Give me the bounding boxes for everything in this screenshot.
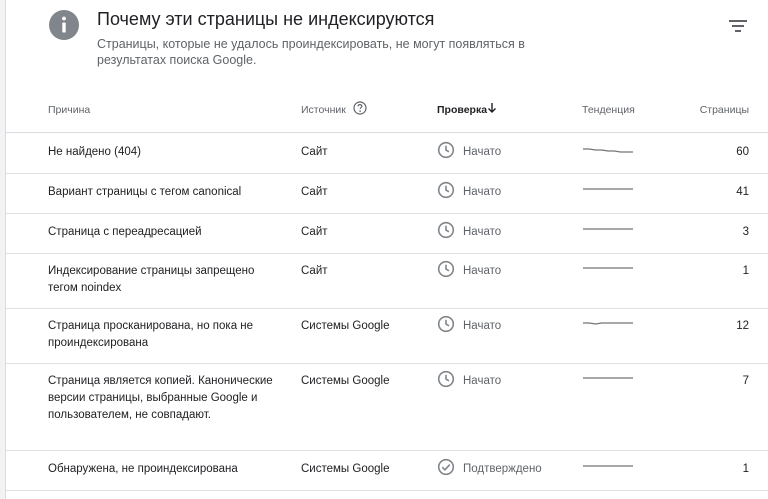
check-status-label: Начато — [463, 186, 502, 198]
reason-cell: Не найдено (404) — [48, 146, 141, 158]
pages-count-cell: 1 — [742, 265, 749, 277]
pages-count-cell: 3 — [742, 226, 749, 238]
source-cell: Сайт — [301, 265, 328, 277]
page-subtitle: Страницы, которые не удалось проиндексир… — [97, 37, 525, 67]
trend-sparkline — [583, 322, 633, 325]
check-status-label: Начато — [463, 226, 502, 238]
column-header-trend: Тенденция — [582, 104, 635, 116]
pages-count-cell: 60 — [736, 146, 749, 158]
reason-cell: Страница является копией. Канонические в… — [48, 375, 273, 421]
source-cell: Системы Google — [301, 320, 390, 332]
trend-cell — [582, 264, 634, 284]
trend-cell — [582, 145, 634, 165]
trend-cell — [582, 319, 634, 339]
table-row[interactable]: Страница является копией. Канонические в… — [6, 363, 768, 451]
column-header-source[interactable]: Источник — [301, 104, 346, 116]
trend-sparkline — [583, 267, 633, 269]
source-cell: Сайт — [301, 186, 328, 198]
pages-count-cell: 7 — [742, 375, 749, 387]
pages-count-cell: 12 — [736, 320, 749, 332]
table-row[interactable]: Страница просканирована, но пока не прои… — [6, 308, 768, 364]
trend-cell — [582, 185, 634, 205]
trend-cell — [582, 462, 634, 482]
pages-count-cell: 1 — [742, 463, 749, 475]
table-row[interactable]: Не найдено (404) Сайт Начато 60 — [6, 133, 768, 174]
reason-cell: Индексирование страницы запрещено тегом … — [48, 265, 255, 294]
page-title: Почему эти страницы не индексируются — [97, 9, 435, 29]
pages-count-cell: 41 — [736, 186, 749, 198]
trend-cell — [582, 225, 634, 245]
check-status-label: Начато — [463, 146, 502, 158]
check-circle-icon — [437, 458, 455, 476]
check-status-label: Начато — [463, 320, 502, 332]
trend-sparkline — [583, 228, 633, 230]
clock-icon — [437, 260, 455, 278]
info-icon — [49, 10, 79, 40]
sort-arrow-down-icon[interactable] — [486, 102, 498, 114]
table-row[interactable]: Вариант страницы с тегом canonical Сайт На… — [6, 173, 768, 214]
indexing-issues-card: Почему эти страницы не индексируются Стр… — [5, 0, 768, 499]
table-header: Причина Источник Проверка Тенденция Стра… — [6, 92, 768, 133]
clock-icon — [437, 181, 455, 199]
reason-cell: Обнаружена, не проиндексирована — [48, 463, 238, 475]
column-header-pages[interactable]: Страницы — [700, 104, 749, 116]
reason-cell: Страница с переадресацией — [48, 226, 202, 238]
check-status-label: Начато — [463, 375, 502, 387]
help-icon[interactable] — [353, 101, 367, 115]
source-cell: Сайт — [301, 226, 328, 238]
table-row[interactable]: Индексирование страницы запрещено тегом … — [6, 253, 768, 309]
trend-cell — [582, 374, 634, 394]
clock-icon — [437, 370, 455, 388]
check-status-label: Подтверждено — [463, 463, 542, 475]
column-header-reason[interactable]: Причина — [48, 104, 90, 116]
check-status-label: Начато — [463, 265, 502, 277]
trend-sparkline — [583, 188, 633, 190]
reason-cell: Страница просканирована, но пока не прои… — [48, 320, 254, 349]
trend-sparkline — [583, 465, 633, 467]
source-cell: Системы Google — [301, 463, 390, 475]
table-row[interactable]: Страница с переадресацией Сайт Начато 3 — [6, 213, 768, 254]
trend-sparkline — [583, 377, 633, 379]
column-header-check[interactable]: Проверка — [437, 104, 487, 116]
filter-icon[interactable] — [726, 14, 750, 38]
reason-cell: Вариант страницы с тегом canonical — [48, 186, 242, 198]
source-cell: Системы Google — [301, 375, 390, 387]
clock-icon — [437, 315, 455, 333]
clock-icon — [437, 141, 455, 159]
table-row[interactable]: Обнаружена, не проиндексирована Системы G… — [6, 450, 768, 491]
trend-sparkline — [583, 148, 633, 153]
clock-icon — [437, 221, 455, 239]
source-cell: Сайт — [301, 146, 328, 158]
